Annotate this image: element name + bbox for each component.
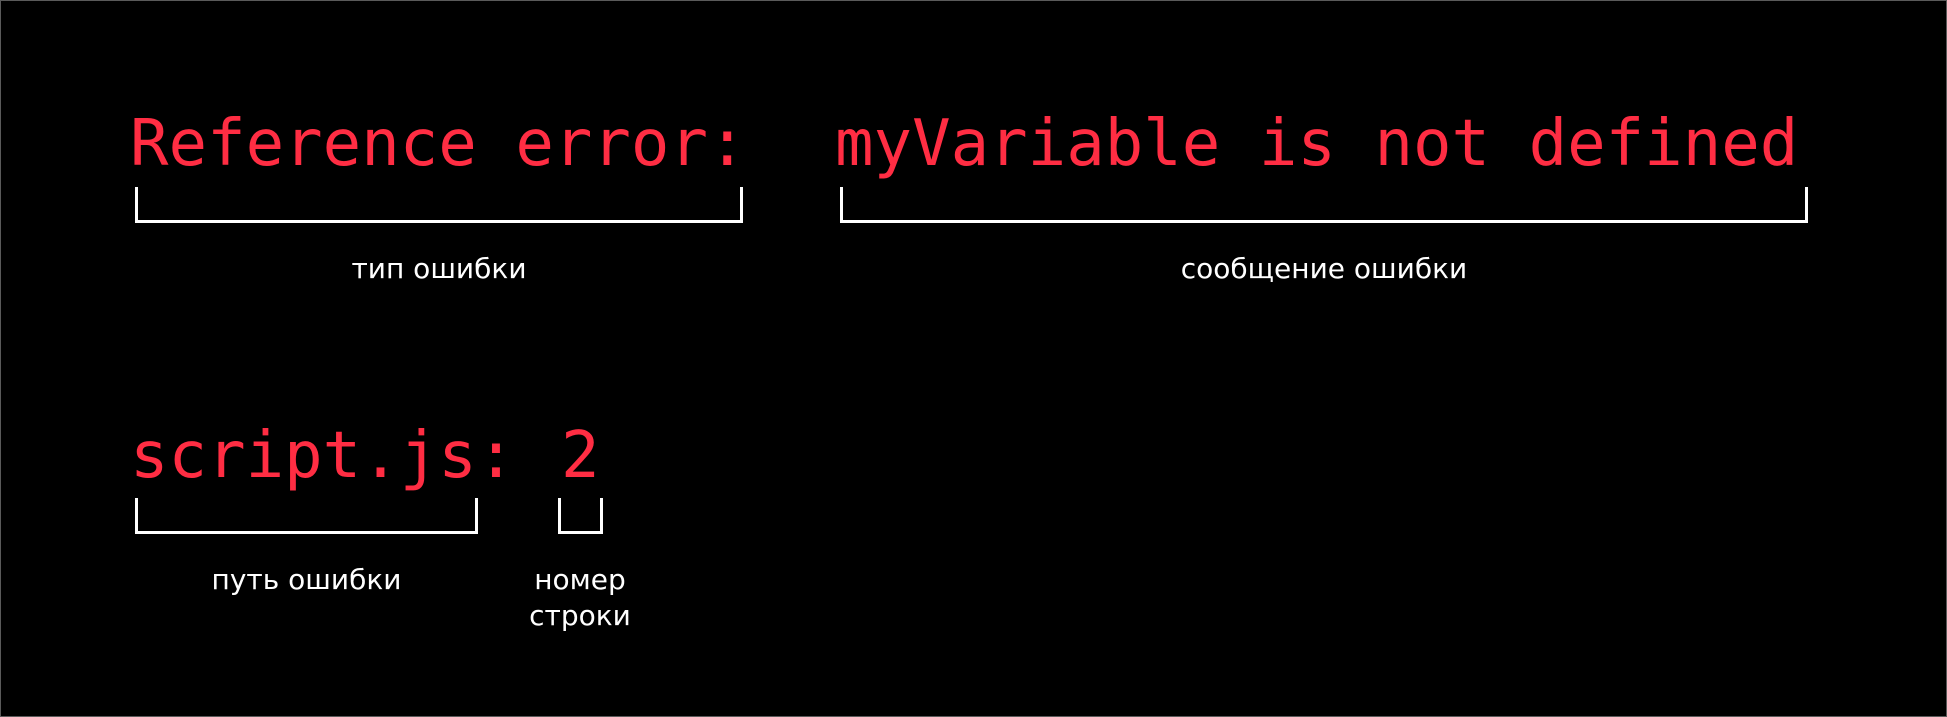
error-path-label: путь ошибки bbox=[211, 563, 402, 596]
error-path-bracket bbox=[135, 498, 478, 534]
line-number-code: 2 bbox=[561, 419, 600, 493]
line-number-bracket bbox=[558, 498, 603, 534]
error-message-bracket bbox=[840, 187, 1808, 223]
error-type-bracket bbox=[135, 187, 743, 223]
error-type-code: Reference error: bbox=[130, 107, 747, 181]
error-path-code: script.js: bbox=[130, 419, 516, 493]
error-type-label: тип ошибки bbox=[351, 252, 527, 285]
line-number-label: номер строки bbox=[529, 563, 631, 632]
error-message-code: myVariable is not defined bbox=[835, 107, 1799, 181]
error-message-label: сообщение ошибки bbox=[1180, 252, 1468, 285]
